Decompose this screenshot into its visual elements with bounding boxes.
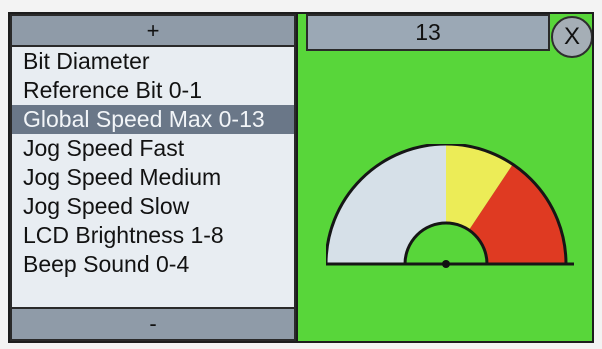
menu-item-lcd-brightness[interactable]: LCD Brightness 1-8 [12,221,294,250]
gauge-pivot [442,260,450,268]
menu-item-label: Global Speed Max 0-13 [23,106,265,132]
settings-list-panel: + Bit Diameter Reference Bit 0-1 Global … [10,14,296,341]
menu-item-jog-speed-medium[interactable]: Jog Speed Medium [12,163,294,192]
menu-item-reference-bit[interactable]: Reference Bit 0-1 [12,76,294,105]
menu-item-label: Beep Sound 0-4 [23,251,190,277]
setting-detail-panel: 13 X [296,14,592,341]
menu-item-label: Reference Bit 0-1 [23,77,202,103]
menu-item-global-speed-max[interactable]: Global Speed Max 0-13 [12,105,294,134]
menu-item-beep-sound[interactable]: Beep Sound 0-4 [12,250,294,279]
increase-button-label: + [146,17,160,43]
menu-item-label: Jog Speed Fast [23,135,185,161]
close-button-label: X [563,23,580,50]
settings-menu-list: Bit Diameter Reference Bit 0-1 Global Sp… [10,47,296,311]
increase-button[interactable]: + [10,14,296,47]
speed-gauge [326,144,574,268]
decrease-button[interactable]: - [10,307,296,341]
device-screen: + Bit Diameter Reference Bit 0-1 Global … [8,12,594,343]
menu-item-label: Bit Diameter [23,48,150,74]
menu-item-label: LCD Brightness 1-8 [23,222,224,248]
menu-item-label: Jog Speed Medium [23,164,222,190]
setting-value-text: 13 [415,19,441,45]
menu-item-label: Jog Speed Slow [23,193,190,219]
close-button[interactable]: X [551,16,592,58]
menu-item-jog-speed-fast[interactable]: Jog Speed Fast [12,134,294,163]
menu-item-bit-diameter[interactable]: Bit Diameter [12,47,294,76]
decrease-button-label: - [149,311,157,336]
setting-value-display: 13 [306,14,550,51]
menu-item-jog-speed-slow[interactable]: Jog Speed Slow [12,192,294,221]
